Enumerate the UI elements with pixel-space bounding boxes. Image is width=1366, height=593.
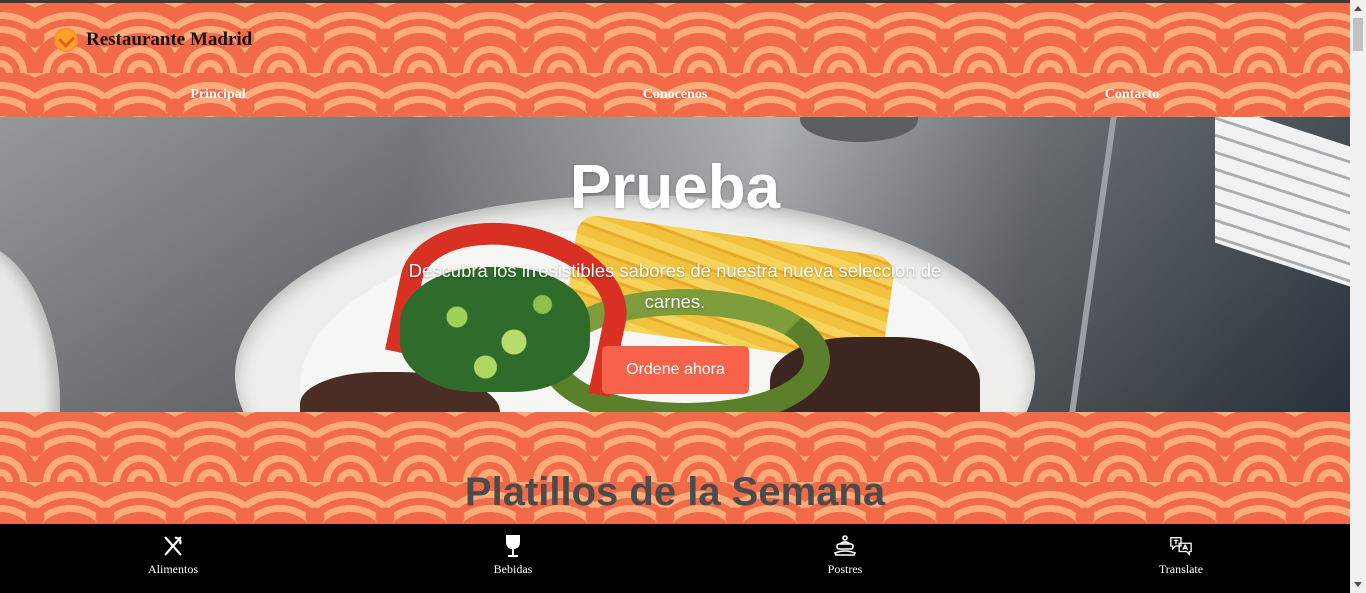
section-title: Platillos de la Semana [464, 470, 886, 514]
brand-logo[interactable]: Restaurante Madrid [54, 28, 252, 52]
bottom-nav-label: Alimentos [148, 562, 198, 576]
scroll-down-arrow-icon[interactable] [1354, 582, 1362, 587]
nav-link-conocenos[interactable]: Conocenos [643, 87, 708, 103]
weekly-dishes-section: Platillos de la Semana [0, 412, 1350, 524]
wine-glass-icon [501, 534, 525, 558]
bottom-nav-translate[interactable]: Translate [1111, 524, 1251, 593]
bottom-nav-label: Translate [1158, 562, 1204, 576]
bottom-nav-alimentos[interactable]: Alimentos [103, 524, 243, 593]
scrollbar-thumb[interactable] [1353, 18, 1363, 51]
main-nav: Principal Conocenos Contacto [0, 87, 1350, 107]
bottom-nav-bebidas[interactable]: Bebidas [443, 524, 583, 593]
bottom-nav: Alimentos Bebidas Postres Translate [0, 524, 1350, 593]
hero-subtitle: Descubra los irresistibles sabores de nu… [408, 260, 942, 312]
hero-banner: Prueba Descubra los irresistibles sabore… [0, 117, 1350, 412]
bottom-nav-label: Bebidas [493, 562, 533, 576]
page-scrollbar[interactable] [1350, 0, 1366, 593]
fork-knife-icon [161, 534, 185, 558]
brand-name: Restaurante Madrid [86, 29, 253, 50]
nav-link-principal[interactable]: Principal [190, 87, 245, 103]
hero-title: Prueba [569, 153, 781, 222]
cake-icon [833, 534, 857, 558]
bottom-nav-postres[interactable]: Postres [775, 524, 915, 593]
nav-link-contacto[interactable]: Contacto [1105, 87, 1159, 103]
order-now-button[interactable]: Ordene ahora [602, 346, 749, 394]
bottom-nav-label: Postres [827, 562, 863, 576]
page: Restaurante Madrid Principal Conocenos C… [0, 0, 1350, 593]
restaurant-logo-icon [54, 28, 78, 52]
site-header: Restaurante Madrid Principal Conocenos C… [0, 3, 1350, 117]
scroll-up-arrow-icon[interactable] [1354, 6, 1362, 11]
translate-icon [1169, 534, 1193, 558]
